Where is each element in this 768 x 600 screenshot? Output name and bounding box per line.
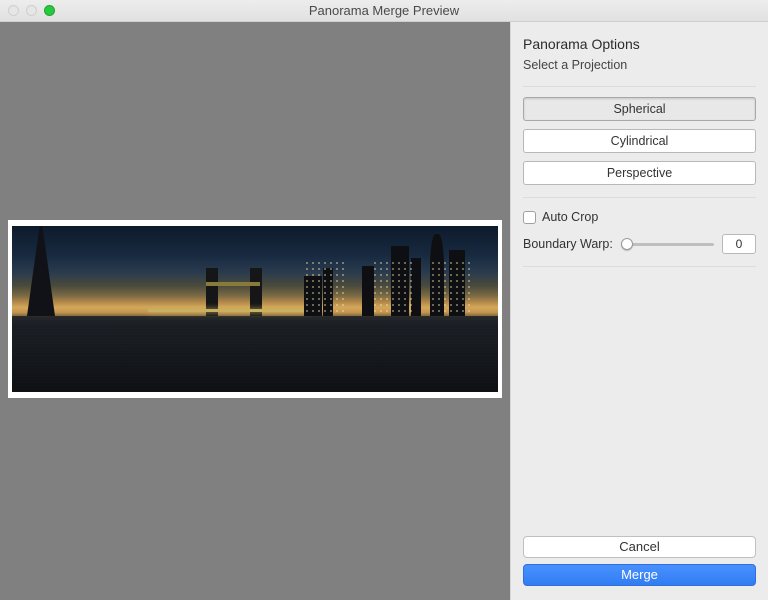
city-lights [430,260,470,316]
cancel-button[interactable]: Cancel [523,536,756,558]
auto-crop-row: Auto Crop [523,210,756,224]
divider [523,266,756,267]
divider [523,86,756,87]
merge-button[interactable]: Merge [523,564,756,586]
auto-crop-checkbox[interactable] [523,211,536,224]
projection-perspective-button[interactable]: Perspective [523,161,756,185]
tower-bridge-road [148,309,313,312]
panorama-canvas [8,220,502,398]
panorama-image [12,226,498,392]
close-icon[interactable] [8,5,19,16]
options-panel: Panorama Options Select a Projection Sph… [510,22,768,600]
building [411,258,421,316]
boundary-warp-label: Boundary Warp: [523,237,613,251]
content: Panorama Options Select a Projection Sph… [0,22,768,600]
boundary-warp-slider[interactable] [621,237,714,251]
panel-subheading: Select a Projection [523,58,756,72]
building-shard [27,226,55,316]
minimize-icon[interactable] [26,5,37,16]
preview-area [0,22,510,600]
slider-thumb[interactable] [621,238,633,250]
panel-heading: Panorama Options [523,36,756,52]
projection-spherical-button[interactable]: Spherical [523,97,756,121]
projection-cylindrical-button[interactable]: Cylindrical [523,129,756,153]
zoom-icon[interactable] [44,5,55,16]
water [12,316,498,392]
city-lights [372,260,412,316]
divider [523,197,756,198]
titlebar: Panorama Merge Preview [0,0,768,22]
city-lights [304,260,344,316]
boundary-warp-value[interactable]: 0 [722,234,756,254]
slider-track [621,243,714,246]
tower-bridge-span [206,282,259,286]
spacer [523,277,756,530]
boundary-warp-row: Boundary Warp: 0 [523,234,756,254]
window-title: Panorama Merge Preview [0,3,768,18]
auto-crop-label: Auto Crop [542,210,598,224]
window-controls [8,5,55,16]
